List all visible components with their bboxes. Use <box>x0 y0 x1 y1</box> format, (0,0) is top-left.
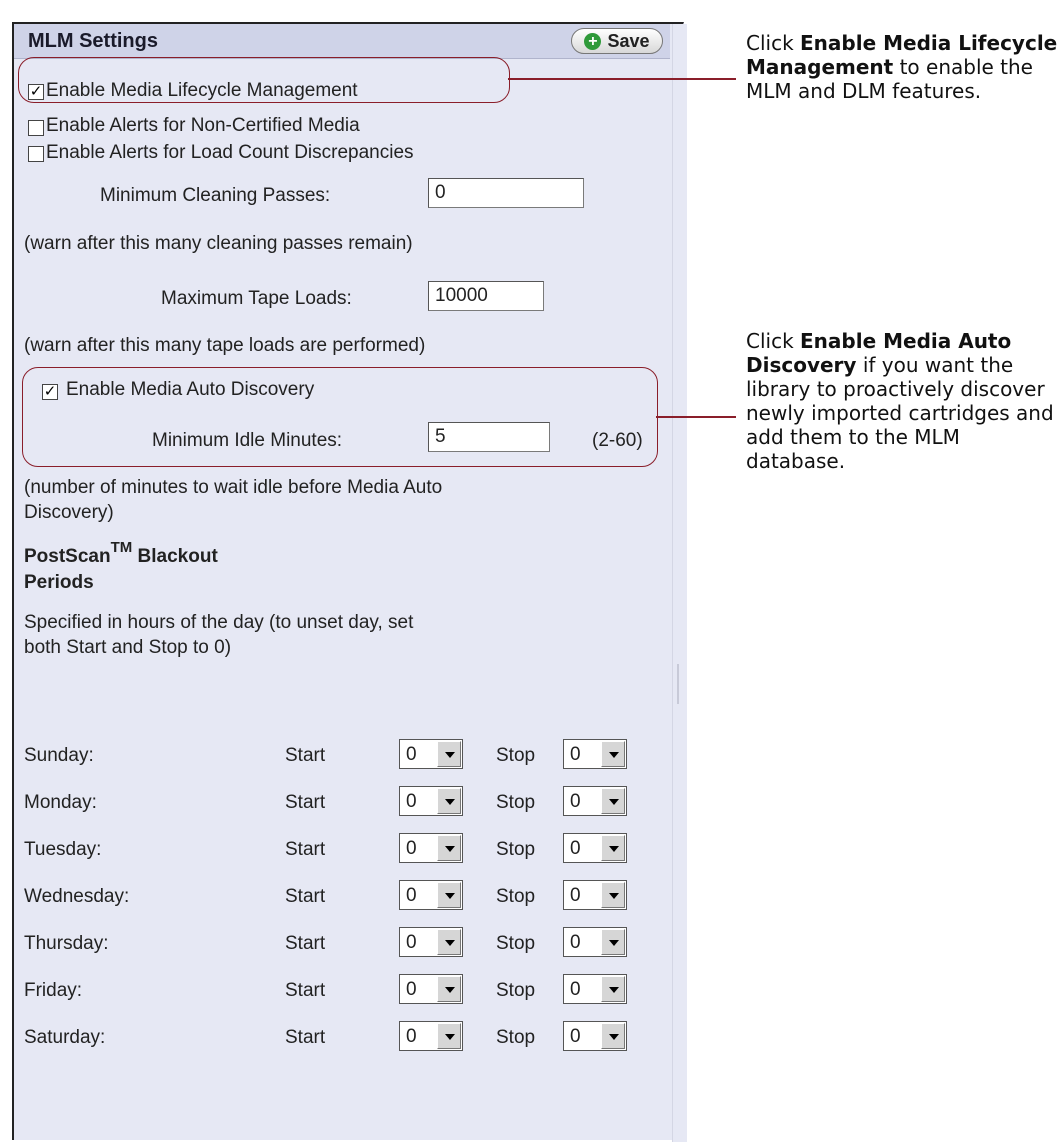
start-label: Start <box>285 886 326 907</box>
start-hour-select[interactable]: 0 <box>399 880 463 910</box>
day-label: Wednesday: <box>24 886 130 907</box>
day-label: Thursday: <box>24 933 109 954</box>
stop-label: Stop <box>496 980 536 1001</box>
stop-hour-select[interactable]: 0 <box>563 739 627 769</box>
max-loads-input[interactable]: 10000 <box>428 281 544 311</box>
annotation-mlm: Click Enable Media Lifecycle Management … <box>746 31 1060 103</box>
blackout-help-line1: Specified in hours of the day (to unset … <box>24 612 414 633</box>
annotation-mlm-prefix: Click <box>746 31 801 55</box>
day-label: Friday: <box>24 980 83 1001</box>
chevron-down-icon[interactable] <box>437 882 461 908</box>
idle-help-line2: Discovery) <box>24 502 114 523</box>
stop-label: Stop <box>496 839 536 860</box>
day-label: Saturday: <box>24 1027 106 1048</box>
chevron-down-icon[interactable] <box>601 788 625 814</box>
chevron-down-icon[interactable] <box>437 1023 461 1049</box>
chevron-down-icon[interactable] <box>601 929 625 955</box>
plus-circle-icon: + <box>584 32 602 50</box>
stop-hour-select[interactable]: 0 <box>563 974 627 1004</box>
stop-hour-select-value: 0 <box>570 791 581 812</box>
trademark-mark: TM <box>110 539 133 556</box>
stop-hour-select-value: 0 <box>570 885 581 906</box>
callout-line-mlm <box>508 78 736 80</box>
start-hour-select[interactable]: 0 <box>399 974 463 1004</box>
stop-label: Stop <box>496 1027 536 1048</box>
scrollbar[interactable] <box>672 24 687 1142</box>
day-label: Sunday: <box>24 745 94 766</box>
blackout-title: PostScanTM Blackout <box>24 539 218 568</box>
start-hour-select-value: 0 <box>406 791 417 812</box>
alerts-noncertified-checkbox[interactable] <box>28 120 44 136</box>
blackout-title-line2: Periods <box>24 572 94 593</box>
blackout-help-line2: both Start and Stop to 0) <box>24 637 232 658</box>
stop-hour-select-value: 0 <box>570 744 581 765</box>
start-label: Start <box>285 933 326 954</box>
stop-hour-select[interactable]: 0 <box>563 927 627 957</box>
stop-hour-select-value: 0 <box>570 838 581 859</box>
start-hour-select-value: 0 <box>406 932 417 953</box>
annotation-discovery: Click Enable Media Auto Discovery if you… <box>746 329 1060 473</box>
mlm-settings-panel: MLM Settings + Save ✓ Enable Media Lifec… <box>12 22 687 1142</box>
min-cleaning-label: Minimum Cleaning Passes: <box>100 185 331 206</box>
start-label: Start <box>285 1027 326 1048</box>
blackout-title-a: PostScan <box>24 546 111 567</box>
chevron-down-icon[interactable] <box>601 976 625 1002</box>
start-hour-select[interactable]: 0 <box>399 739 463 769</box>
start-hour-select-value: 0 <box>406 838 417 859</box>
save-button-label: Save <box>607 30 650 51</box>
stop-hour-select-value: 0 <box>570 1026 581 1047</box>
start-label: Start <box>285 980 326 1001</box>
blackout-title-b: Blackout <box>132 546 218 567</box>
chevron-down-icon[interactable] <box>601 1023 625 1049</box>
stop-label: Stop <box>496 886 536 907</box>
start-hour-select[interactable]: 0 <box>399 786 463 816</box>
callout-highlight-mlm <box>18 57 510 103</box>
chevron-down-icon[interactable] <box>437 929 461 955</box>
start-label: Start <box>285 745 326 766</box>
stop-hour-select-value: 0 <box>570 932 581 953</box>
panel-header: MLM Settings + Save <box>14 24 670 59</box>
save-button[interactable]: + Save <box>571 28 663 54</box>
start-hour-select-value: 0 <box>406 979 417 1000</box>
stop-hour-select[interactable]: 0 <box>563 1021 627 1051</box>
day-label: Monday: <box>24 792 97 813</box>
start-hour-select-value: 0 <box>406 885 417 906</box>
start-hour-select-value: 0 <box>406 1026 417 1047</box>
chevron-down-icon[interactable] <box>437 976 461 1002</box>
max-loads-label: Maximum Tape Loads: <box>161 288 352 309</box>
start-hour-select[interactable]: 0 <box>399 927 463 957</box>
alerts-load-count-label: Enable Alerts for Load Count Discrepanci… <box>46 142 414 163</box>
alerts-load-count-checkbox[interactable] <box>28 146 44 162</box>
start-label: Start <box>285 839 326 860</box>
idle-help-line1: (number of minutes to wait idle before M… <box>24 477 443 498</box>
max-loads-help: (warn after this many tape loads are per… <box>24 335 426 356</box>
chevron-down-icon[interactable] <box>601 835 625 861</box>
panel-title: MLM Settings <box>28 30 158 52</box>
alerts-noncertified-label: Enable Alerts for Non-Certified Media <box>46 115 360 136</box>
stop-hour-select-value: 0 <box>570 979 581 1000</box>
start-hour-select[interactable]: 0 <box>399 833 463 863</box>
panel-body: MLM Settings + Save ✓ Enable Media Lifec… <box>14 24 687 1142</box>
start-hour-select[interactable]: 0 <box>399 1021 463 1051</box>
callout-highlight-discovery <box>22 367 658 467</box>
callout-line-discovery <box>656 416 736 418</box>
chevron-down-icon[interactable] <box>601 741 625 767</box>
chevron-down-icon[interactable] <box>437 741 461 767</box>
annotation-discovery-prefix: Click <box>746 329 801 353</box>
min-cleaning-help: (warn after this many cleaning passes re… <box>24 233 413 254</box>
day-label: Tuesday: <box>24 839 102 860</box>
start-label: Start <box>285 792 326 813</box>
min-cleaning-input[interactable]: 0 <box>428 178 584 208</box>
stop-label: Stop <box>496 792 536 813</box>
chevron-down-icon[interactable] <box>437 788 461 814</box>
chevron-down-icon[interactable] <box>601 882 625 908</box>
stop-label: Stop <box>496 933 536 954</box>
stop-hour-select[interactable]: 0 <box>563 880 627 910</box>
start-hour-select-value: 0 <box>406 744 417 765</box>
chevron-down-icon[interactable] <box>437 835 461 861</box>
stop-hour-select[interactable]: 0 <box>563 833 627 863</box>
stop-hour-select[interactable]: 0 <box>563 786 627 816</box>
stop-label: Stop <box>496 745 536 766</box>
